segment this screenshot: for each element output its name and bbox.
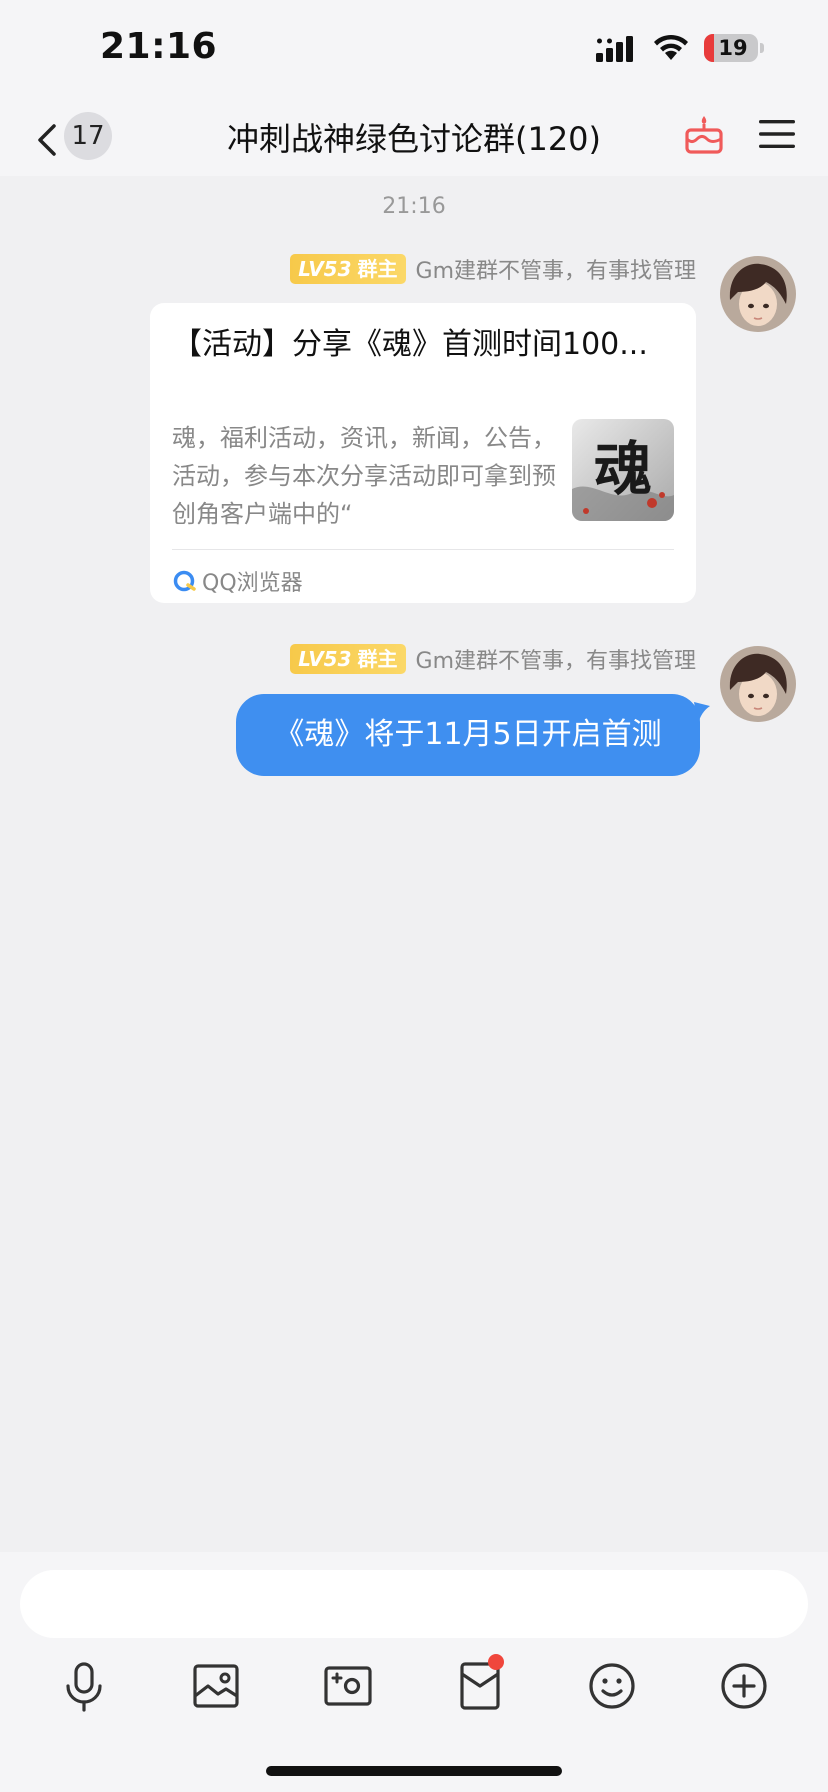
thumbnail-image: 魂 [572,419,674,521]
sender-line: LV53 群主 Gm建群不管事，有事找管理 [290,644,696,674]
sender-name: Gm建群不管事，有事找管理 [415,259,696,284]
emoji-icon[interactable] [582,1656,642,1716]
card-title: 【活动】分享《魂》首测时间100... [172,327,648,362]
camera-icon[interactable] [318,1656,378,1716]
message-input[interactable] [20,1570,808,1638]
home-indicator[interactable] [266,1766,562,1776]
card-thumbnail: 魂 [572,419,674,521]
photo-album-icon[interactable] [186,1656,246,1716]
link-card[interactable]: 【活动】分享《魂》首测时间100... 魂，福利活动，资讯，新闻，公告，活动，参… [150,303,696,603]
menu-icon[interactable] [758,118,796,150]
card-description: 魂，福利活动，资讯，新闻，公告，活动，参与本次分享活动即可拿到预创角客户端中的“ [172,424,556,528]
role-text: 群主 [357,647,398,671]
avatar[interactable] [720,256,796,332]
chat-title: 冲刺战神绿色讨论群(120) [226,120,602,158]
input-panel [0,1552,828,1792]
back-button[interactable]: 17 [30,112,120,164]
battery-text: 19 [718,36,748,60]
battery-indicator: 19 [704,34,758,62]
red-packet-button[interactable] [450,1654,510,1716]
notification-dot [488,1654,504,1670]
thumbnail-glyph: 魂 [594,435,652,503]
avatar[interactable] [720,646,796,722]
avatar-image [720,256,796,332]
plus-circle-icon[interactable] [714,1656,774,1716]
card-source: QQ浏览器 [172,565,303,597]
role-text: 群主 [357,257,398,281]
message-bubble[interactable]: 《魂》将于11月5日开启首测 [236,694,700,776]
bubble-tail [694,702,710,724]
level-badge: LV53 群主 [290,254,406,284]
chevron-left-icon [38,124,56,156]
signal-icon [596,36,633,62]
nav-bar: 17 冲刺战神绿色讨论群(120) [0,100,828,176]
battery-cap [760,43,764,53]
status-bar: 21:16 19 [0,0,828,100]
level-text: LV53 [298,257,352,281]
microphone-icon[interactable] [54,1656,114,1716]
qq-browser-icon [173,570,196,592]
status-time: 21:16 [100,26,218,67]
avatar-image [720,646,796,722]
card-divider [172,549,674,550]
chat-timestamp: 21:16 [382,194,446,219]
source-label: QQ浏览器 [202,571,303,596]
level-badge: LV53 群主 [290,644,406,674]
sender-line: LV53 群主 Gm建群不管事，有事找管理 [290,254,696,284]
sender-name: Gm建群不管事，有事找管理 [415,649,696,674]
level-text: LV53 [298,647,352,671]
unread-count-badge: 17 [64,112,112,160]
wifi-icon [654,34,688,60]
cake-icon[interactable] [684,114,724,156]
